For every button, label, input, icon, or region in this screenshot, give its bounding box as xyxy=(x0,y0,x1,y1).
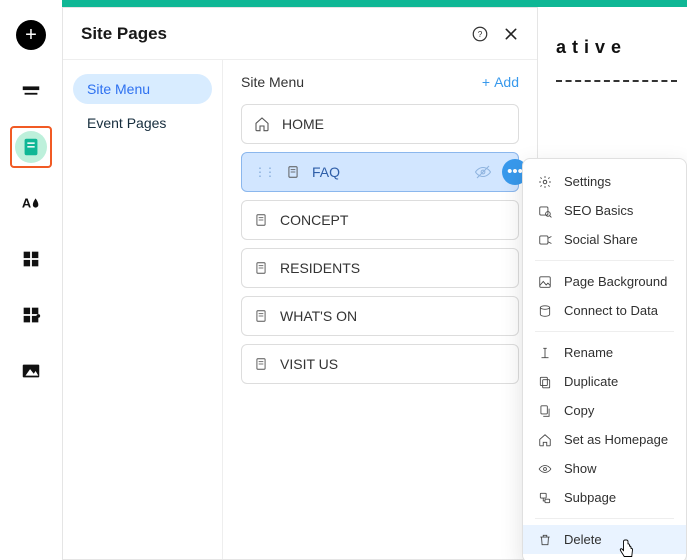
background-icon xyxy=(537,275,553,289)
left-rail: + A xyxy=(0,0,62,560)
page-item-home[interactable]: HOME xyxy=(241,104,519,144)
help-icon[interactable]: ? xyxy=(471,25,489,43)
rail-item-background[interactable] xyxy=(10,70,52,112)
rail-item-media[interactable] xyxy=(10,350,52,392)
add-page-label: Add xyxy=(494,74,519,90)
canvas-divider xyxy=(556,80,677,82)
seo-icon xyxy=(537,204,553,218)
panel-title: Site Pages xyxy=(81,24,167,44)
menu-item-label: Delete xyxy=(564,532,602,547)
menu-social[interactable]: Social Share xyxy=(523,225,686,254)
page-icon xyxy=(254,356,268,372)
menu-item-label: Copy xyxy=(564,403,594,418)
home-icon xyxy=(537,433,553,447)
panel-nav: Site Menu Event Pages xyxy=(63,60,223,559)
page-item-label: VISIT US xyxy=(280,356,338,372)
page-item-visitus[interactable]: VISIT US xyxy=(241,344,519,384)
rail-item-theme[interactable]: A xyxy=(10,182,52,224)
menu-item-label: Rename xyxy=(564,345,613,360)
grid-icon xyxy=(20,248,42,270)
menu-delete[interactable]: Delete xyxy=(523,525,686,554)
menu-item-label: Set as Homepage xyxy=(564,432,668,447)
menu-background[interactable]: Page Background xyxy=(523,267,686,296)
canvas-heading-fragment: ative xyxy=(556,37,677,58)
rail-item-apps[interactable] xyxy=(10,238,52,280)
rename-icon xyxy=(537,346,553,360)
nav-event-pages[interactable]: Event Pages xyxy=(73,108,212,138)
plus-icon: + xyxy=(482,74,490,90)
page-icon xyxy=(254,308,268,324)
page-item-whatson[interactable]: WHAT'S ON xyxy=(241,296,519,336)
svg-text:A: A xyxy=(22,196,31,211)
drag-handle-icon[interactable]: ⋮⋮ xyxy=(254,165,274,179)
menu-connect-data[interactable]: Connect to Data xyxy=(523,296,686,325)
menu-seo[interactable]: SEO Basics xyxy=(523,196,686,225)
menu-item-label: Show xyxy=(564,461,597,476)
page-item-label: CONCEPT xyxy=(280,212,348,228)
menu-copy[interactable]: Copy xyxy=(523,396,686,425)
page-item-label: HOME xyxy=(282,116,324,132)
menu-item-label: Duplicate xyxy=(564,374,618,389)
puzzle-icon xyxy=(20,304,42,326)
add-button[interactable]: + xyxy=(10,14,52,56)
copy-icon xyxy=(537,404,553,418)
menu-subpage[interactable]: Subpage xyxy=(523,483,686,512)
menu-duplicate[interactable]: Duplicate xyxy=(523,367,686,396)
page-item-label: FAQ xyxy=(312,164,340,180)
menu-set-homepage[interactable]: Set as Homepage xyxy=(523,425,686,454)
menu-separator xyxy=(535,260,674,261)
page-icon xyxy=(254,212,268,228)
data-icon xyxy=(537,304,553,318)
image-icon xyxy=(20,360,42,382)
add-page-link[interactable]: + Add xyxy=(482,74,519,90)
menu-rename[interactable]: Rename xyxy=(523,338,686,367)
home-icon xyxy=(254,116,270,132)
svg-text:?: ? xyxy=(478,30,483,39)
pages-column: Site Menu + Add HOME ⋮⋮ FAQ xyxy=(223,60,537,559)
site-pages-panel: Site Pages ? Site Menu Event Pages Site … xyxy=(62,7,538,560)
rail-item-pages[interactable] xyxy=(10,126,52,168)
menu-settings[interactable]: Settings xyxy=(523,167,686,196)
menu-show[interactable]: Show xyxy=(523,454,686,483)
menu-item-label: Subpage xyxy=(564,490,616,505)
social-icon xyxy=(537,233,553,247)
trash-icon xyxy=(537,533,553,547)
menu-item-label: Settings xyxy=(564,174,611,189)
visibility-icon[interactable] xyxy=(474,163,492,181)
nav-site-menu[interactable]: Site Menu xyxy=(73,74,212,104)
menu-separator xyxy=(535,331,674,332)
page-item-label: WHAT'S ON xyxy=(280,308,357,324)
menu-item-label: Connect to Data xyxy=(564,303,658,318)
menu-item-label: SEO Basics xyxy=(564,203,633,218)
plus-icon: + xyxy=(16,20,46,50)
menu-separator xyxy=(535,518,674,519)
page-item-label: RESIDENTS xyxy=(280,260,360,276)
page-icon xyxy=(286,164,300,180)
pages-group-label: Site Menu xyxy=(241,74,304,90)
page-item-faq[interactable]: ⋮⋮ FAQ ••• xyxy=(241,152,519,192)
menu-item-label: Social Share xyxy=(564,232,638,247)
subpage-icon xyxy=(537,491,553,505)
rail-item-addons[interactable] xyxy=(10,294,52,336)
page-icon xyxy=(254,260,268,276)
page-icon xyxy=(20,136,42,158)
font-drop-icon: A xyxy=(20,192,42,214)
top-accent-bar xyxy=(62,0,687,7)
page-item-residents[interactable]: RESIDENTS xyxy=(241,248,519,288)
duplicate-icon xyxy=(537,375,553,389)
eye-icon xyxy=(537,462,553,476)
close-icon[interactable] xyxy=(503,26,519,42)
menu-item-label: Page Background xyxy=(564,274,667,289)
panel-header: Site Pages ? xyxy=(63,8,537,60)
page-context-menu: Settings SEO Basics Social Share Page Ba… xyxy=(522,158,687,560)
layers-icon xyxy=(20,80,42,102)
page-item-concept[interactable]: CONCEPT xyxy=(241,200,519,240)
gear-icon xyxy=(537,175,553,189)
